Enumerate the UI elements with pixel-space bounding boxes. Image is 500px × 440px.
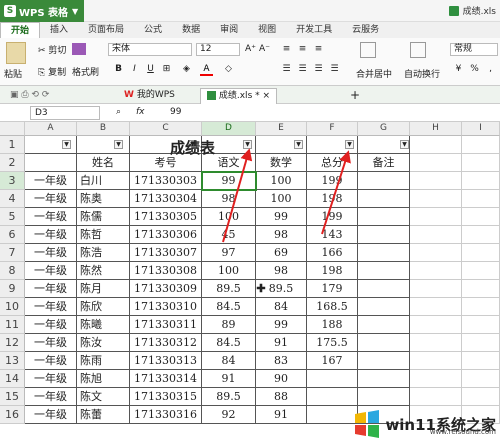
wrap-text-button[interactable]: 自动换行 [404, 67, 440, 80]
copy-button[interactable]: ⎘ 复制 [38, 65, 66, 78]
font-name-select[interactable]: 宋体 [108, 43, 192, 56]
cut-label: 剪切 [48, 46, 67, 56]
italic-button[interactable]: I [128, 63, 141, 76]
quick-access-icons[interactable]: ▣ ⎙ ⟲ ⟳ [4, 88, 55, 104]
clear-format-icon[interactable]: ◇ [222, 63, 235, 76]
align-middle-icon[interactable]: ≡ [296, 43, 309, 56]
menu-data[interactable]: 数据 [172, 22, 210, 38]
copy-label: 复制 [48, 68, 67, 78]
cell-reference-box[interactable]: D3 [30, 106, 100, 120]
decrease-font-icon[interactable]: A⁻ [258, 43, 271, 56]
font-color-icon[interactable]: A [200, 63, 213, 76]
zoom-search-icon[interactable]: ⌕ [116, 107, 121, 117]
wrap-text-icon[interactable] [410, 42, 426, 58]
tab-score-file[interactable]: 成绩.xls * × [200, 88, 278, 104]
annotation-arrows [222, 148, 351, 243]
app-name: WPS 表格 [19, 7, 69, 19]
wps-w-icon: W [124, 90, 134, 100]
justify-icon[interactable]: ☰ [328, 63, 341, 76]
font-size-select[interactable]: 12 [196, 43, 240, 56]
menu-home[interactable]: 开始 [0, 22, 41, 38]
excel-file-icon [448, 5, 459, 16]
align-right-icon[interactable]: ☰ [312, 63, 325, 76]
thousands-icon[interactable]: , [484, 63, 497, 76]
format-painter-icon[interactable] [72, 43, 86, 55]
watermark: win11系统之家 www.relsound.com [353, 410, 496, 438]
formula-bar: D3 ⌕ fx 99 [0, 104, 500, 122]
menu-insert[interactable]: 插入 [40, 22, 78, 38]
number-format-select[interactable]: 常规 [450, 43, 498, 56]
paste-icon[interactable] [6, 42, 26, 64]
red-arrow [321, 150, 351, 235]
formula-input[interactable]: 99 [170, 107, 181, 117]
excel-tab-icon [207, 91, 216, 100]
percent-icon[interactable]: % [468, 63, 481, 76]
align-center-icon[interactable]: ☰ [296, 63, 309, 76]
chevron-down-icon: ▼ [72, 6, 79, 16]
red-arrow [222, 148, 253, 243]
align-top-icon[interactable]: ≡ [280, 43, 293, 56]
doc-title-text: 成绩.xls [462, 7, 496, 17]
menu-cloud[interactable]: 云服务 [342, 22, 389, 38]
watermark-url: www.relsound.com [429, 428, 496, 436]
wps-logo-icon: S [4, 5, 16, 17]
fx-icon[interactable]: fx [136, 107, 145, 117]
menu-review[interactable]: 审阅 [210, 22, 248, 38]
tab-my-wps[interactable]: W 我的WPS [118, 88, 181, 104]
windows-logo-icon [355, 410, 380, 438]
cut-button[interactable]: ✂ 剪切 [38, 43, 66, 56]
currency-icon[interactable]: ¥ [452, 63, 465, 76]
new-tab-button[interactable]: + [344, 88, 366, 104]
align-left-icon[interactable]: ☰ [280, 63, 293, 76]
tab-score-label: 成绩.xls * [218, 91, 260, 101]
paste-button[interactable]: 粘贴 [4, 67, 22, 80]
bold-button[interactable]: B [112, 63, 125, 76]
menu-page-layout[interactable]: 页面布局 [78, 22, 134, 38]
merge-center-icon[interactable] [360, 42, 376, 58]
merge-center-button[interactable]: 合并居中 [356, 67, 392, 80]
document-tab-bar: ▣ ⎙ ⟲ ⟳ W 我的WPS 成绩.xls * × + [0, 86, 500, 104]
align-bottom-icon[interactable]: ≡ [312, 43, 325, 56]
underline-button[interactable]: U [144, 63, 157, 76]
fill-color-icon[interactable]: ◈ [180, 63, 193, 76]
format-painter-button[interactable]: 格式刷 [72, 65, 99, 78]
spreadsheet-grid[interactable]: A B C D E F G H I 1 2 3 4 5 6 7 8 9 10 11 12 13 14 15 16 姓名 考号 语文 数学… [0, 122, 500, 440]
menu-developer[interactable]: 开发工具 [286, 22, 342, 38]
menu-formula[interactable]: 公式 [134, 22, 172, 38]
menu-bar: 开始 插入 页面布局 公式 数据 审阅 视图 开发工具 云服务 [0, 22, 500, 38]
tab-my-wps-label: 我的WPS [136, 90, 175, 100]
menu-view[interactable]: 视图 [248, 22, 286, 38]
ribbon-toolbar: 粘贴 ✂ 剪切 ⎘ 复制 格式刷 宋体 12 A⁺ A⁻ B I U ⊞ ◈ A… [0, 38, 500, 86]
document-title: 成绩.xls [448, 4, 496, 17]
wps-app-menu-button[interactable]: S WPS 表格 ▼ [0, 0, 84, 22]
border-icon[interactable]: ⊞ [160, 63, 173, 76]
close-tab-icon[interactable]: × [263, 91, 271, 101]
title-bar: S WPS 表格 ▼ 成绩.xls [0, 0, 500, 22]
increase-font-icon[interactable]: A⁺ [244, 43, 257, 56]
